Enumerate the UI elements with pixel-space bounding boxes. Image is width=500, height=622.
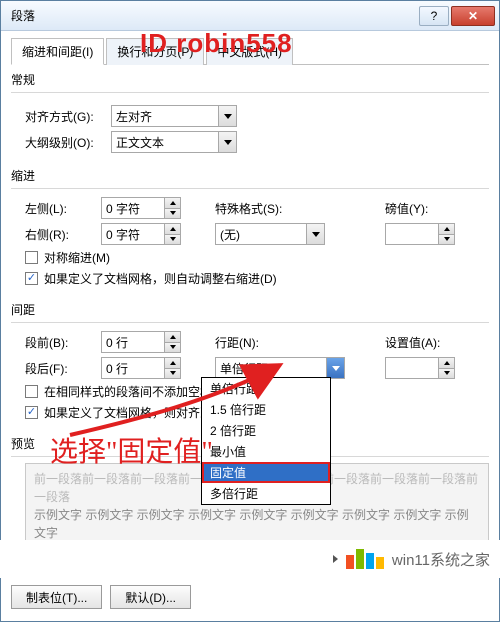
tabs-button[interactable]: 制表位(T)... [11, 585, 102, 609]
space-after-value: 0 行 [106, 360, 128, 377]
chevron-up-icon [170, 335, 176, 339]
spin-down[interactable] [164, 209, 180, 219]
watermark-text: ID robin558 [140, 28, 293, 59]
mirror-indent-checkbox[interactable] [25, 251, 38, 264]
play-icon [333, 555, 338, 563]
chevron-up-icon [170, 227, 176, 231]
label-by-value: 磅值(Y): [385, 200, 428, 217]
chevron-up-icon [444, 227, 450, 231]
chevron-up-icon [444, 361, 450, 365]
alignment-value: 左对齐 [116, 108, 152, 125]
default-button[interactable]: 默认(D)... [110, 585, 191, 609]
dropdown-button[interactable] [306, 224, 324, 244]
dropdown-button[interactable] [218, 106, 236, 126]
label-alignment: 对齐方式(G): [25, 108, 105, 125]
spin-down[interactable] [164, 235, 180, 245]
chevron-up-icon [170, 361, 176, 365]
line-spacing-select[interactable]: 单倍行距 [215, 357, 345, 379]
dropdown-button[interactable] [218, 132, 236, 152]
titlebar: 段落 ? ✕ [1, 1, 499, 31]
dialog-window: 段落 ? ✕ 缩进和间距(I) 换行和分页(P) 中文版式(H) 常规 对齐方式… [0, 0, 500, 622]
label-line-spacing: 行距(N): [215, 334, 259, 351]
help-button[interactable]: ? [419, 6, 449, 26]
spin-down[interactable] [438, 369, 454, 379]
label-outline-level: 大纲级别(O): [25, 134, 105, 151]
chevron-down-icon [312, 232, 320, 237]
outline-select[interactable]: 正文文本 [111, 131, 237, 153]
left-indent-value: 0 字符 [106, 200, 140, 217]
section-general: 常规 [11, 71, 489, 88]
label-before: 段前(B): [25, 334, 95, 351]
label-left: 左侧(L): [25, 200, 95, 217]
dropdown-option-atleast[interactable]: 最小值 [202, 441, 330, 462]
tab-indent-spacing[interactable]: 缩进和间距(I) [11, 38, 104, 65]
chevron-down-icon [170, 371, 176, 375]
chevron-down-icon [170, 345, 176, 349]
snap-to-grid-checkbox[interactable] [25, 406, 38, 419]
chevron-up-icon [170, 201, 176, 205]
divider [11, 92, 489, 93]
right-indent-value: 0 字符 [106, 226, 140, 243]
space-after-spinner[interactable]: 0 行 [101, 357, 181, 379]
auto-indent-checkbox[interactable] [25, 272, 38, 285]
right-indent-spinner[interactable]: 0 字符 [101, 223, 181, 245]
window-title: 段落 [5, 7, 417, 24]
chevron-down-icon [170, 211, 176, 215]
page-footer: win11系统之家 [0, 540, 500, 578]
footer-text: win11系统之家 [392, 549, 490, 570]
spin-up[interactable] [164, 198, 180, 209]
dropdown-option-multiple[interactable]: 多倍行距 [202, 483, 330, 504]
alignment-select[interactable]: 左对齐 [111, 105, 237, 127]
special-format-select[interactable]: (无) [215, 223, 325, 245]
chevron-down-icon [444, 371, 450, 375]
section-indent: 缩进 [11, 167, 489, 184]
chevron-down-icon [224, 140, 232, 145]
dropdown-option-single[interactable]: 单倍行距 [202, 378, 330, 399]
chevron-down-icon [224, 114, 232, 119]
divider [11, 322, 489, 323]
line-spacing-dropdown: 单倍行距 1.5 倍行距 2 倍行距 最小值 固定值 多倍行距 [201, 377, 331, 505]
close-button[interactable]: ✕ [451, 6, 495, 26]
divider [11, 188, 489, 189]
label-special: 特殊格式(S): [215, 200, 282, 217]
spin-down[interactable] [164, 343, 180, 353]
mirror-indent-label: 对称缩进(M) [44, 249, 110, 266]
auto-indent-label: 如果定义了文档网格，则自动调整右缩进(D) [44, 270, 277, 287]
chevron-down-icon [332, 366, 340, 371]
dropdown-option-exactly[interactable]: 固定值 [202, 462, 330, 483]
dropdown-option-1-5[interactable]: 1.5 倍行距 [202, 399, 330, 420]
spin-up[interactable] [164, 358, 180, 369]
space-before-value: 0 行 [106, 334, 128, 351]
footer-logo-icon [346, 549, 384, 569]
client-area: 缩进和间距(I) 换行和分页(P) 中文版式(H) 常规 对齐方式(G): 左对… [1, 31, 499, 621]
chevron-down-icon [444, 237, 450, 241]
label-set-value: 设置值(A): [385, 334, 440, 351]
outline-value: 正文文本 [116, 134, 164, 151]
preview-line: 示例文字 示例文字 示例文字 示例文字 示例文字 示例文字 示例文字 示例文字 … [34, 506, 480, 542]
no-space-same-style-checkbox[interactable] [25, 385, 38, 398]
by-value-spinner[interactable] [385, 223, 455, 245]
label-right: 右侧(R): [25, 226, 95, 243]
line-spacing-value: 单倍行距 [220, 360, 268, 377]
button-bar: 制表位(T)... 默认(D)... [11, 581, 489, 609]
dropdown-option-double[interactable]: 2 倍行距 [202, 420, 330, 441]
spin-down[interactable] [438, 235, 454, 245]
section-spacing: 间距 [11, 301, 489, 318]
spin-up[interactable] [438, 358, 454, 369]
spin-up[interactable] [164, 224, 180, 235]
spin-down[interactable] [164, 369, 180, 379]
set-value-spinner[interactable] [385, 357, 455, 379]
special-format-value: (无) [220, 226, 240, 243]
space-before-spinner[interactable]: 0 行 [101, 331, 181, 353]
annotation-text: 选择"固定值" [50, 430, 213, 470]
chevron-down-icon [170, 237, 176, 241]
left-indent-spinner[interactable]: 0 字符 [101, 197, 181, 219]
dropdown-button[interactable] [326, 358, 344, 378]
spin-up[interactable] [164, 332, 180, 343]
spin-up[interactable] [438, 224, 454, 235]
label-after: 段后(F): [25, 360, 95, 377]
close-icon: ✕ [468, 9, 478, 23]
